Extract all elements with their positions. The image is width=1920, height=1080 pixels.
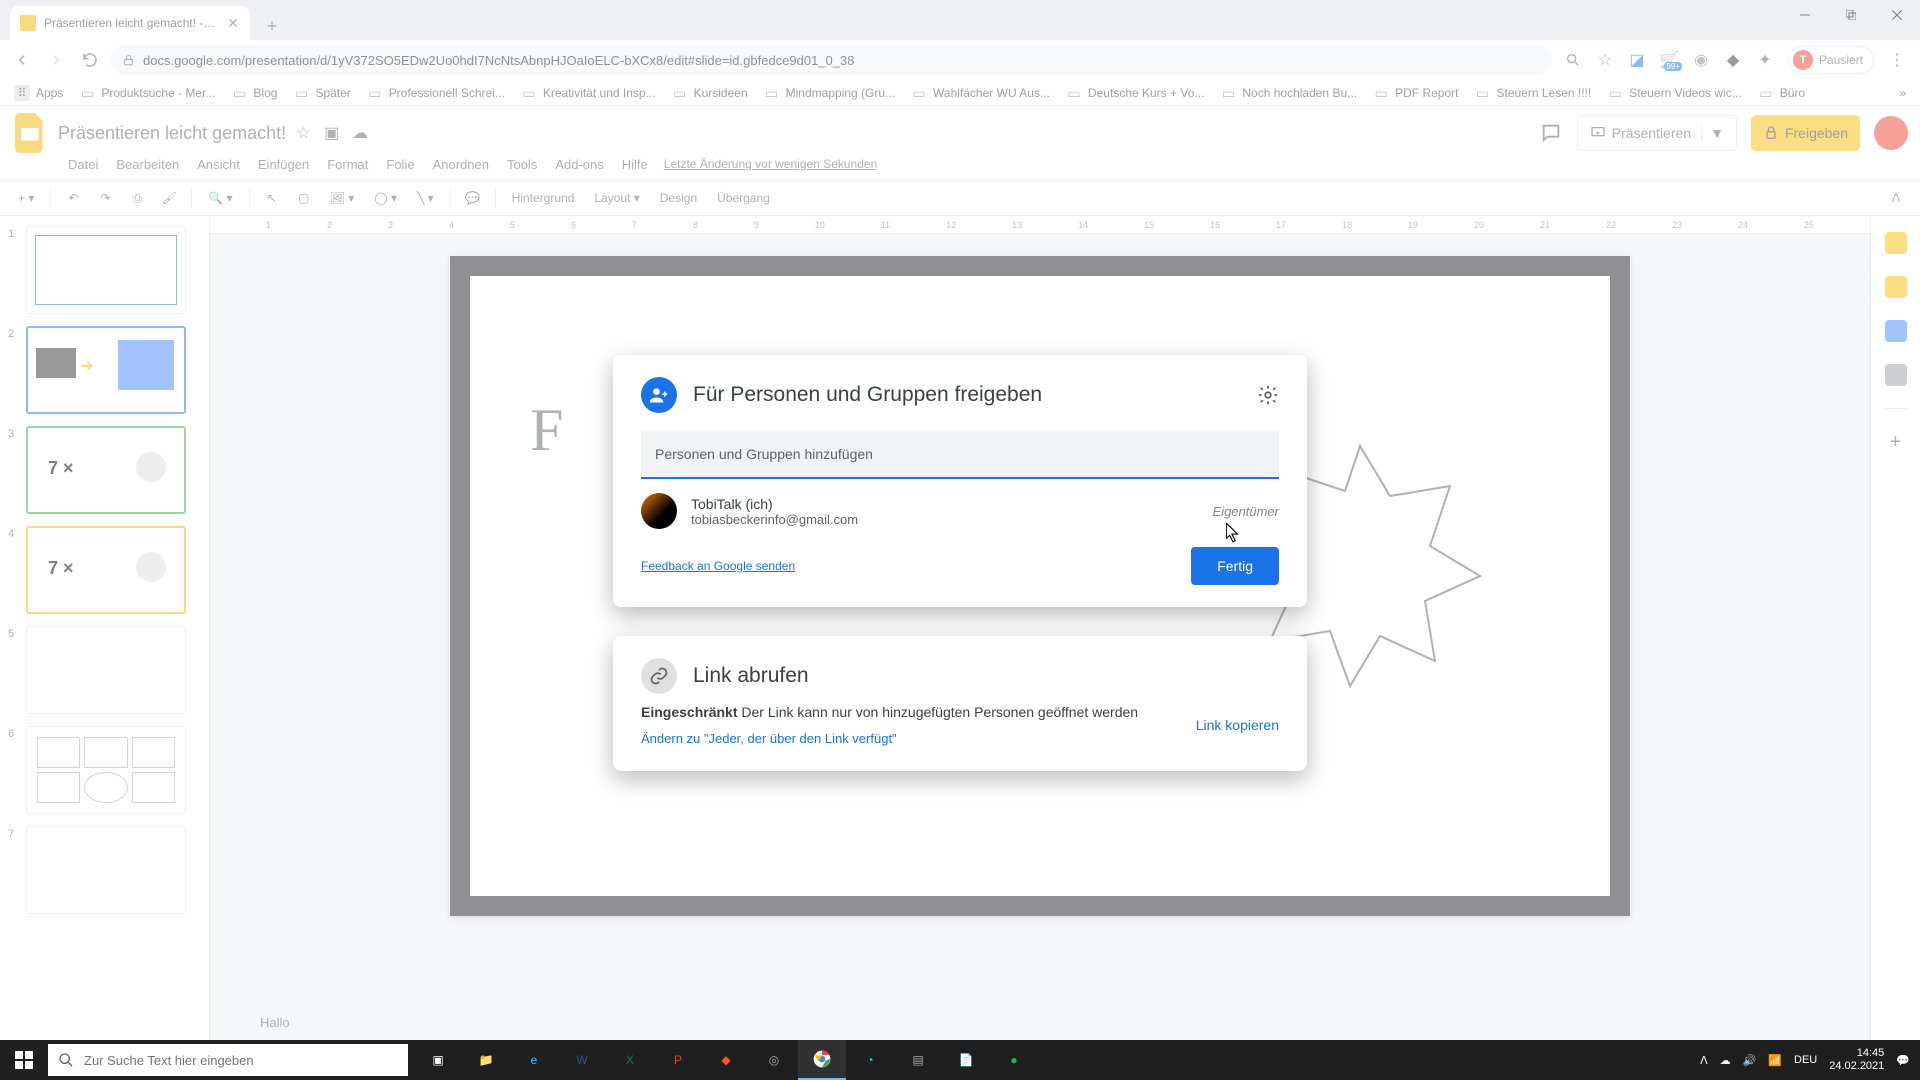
tray-cloud-icon[interactable]: ☁ [1720, 1054, 1731, 1067]
feedback-link[interactable]: Feedback an Google senden [641, 559, 795, 573]
tray-wifi-icon[interactable]: 📶 [1768, 1054, 1782, 1067]
restricted-desc: Der Link kann nur von hinzugefügten Pers… [741, 704, 1138, 720]
tray-chevron-icon[interactable]: ᐱ [1700, 1054, 1708, 1067]
restricted-label: Eingeschränkt [641, 704, 737, 720]
obs-icon[interactable]: ◎ [750, 1040, 798, 1080]
reader-icon[interactable]: ▤ [894, 1040, 942, 1080]
link-icon [641, 658, 677, 694]
windows-taskbar: ▣ 📁 e W X P ◆ ◎ ◔ ▤ 📄 ● ᐱ ☁ 🔊 📶 DEU 14:4… [0, 1040, 1920, 1080]
edge-icon[interactable]: ◔ [846, 1040, 894, 1080]
done-button[interactable]: Fertig [1191, 547, 1279, 585]
word-icon[interactable]: W [558, 1040, 606, 1080]
link-dialog-title: Link abrufen [693, 664, 809, 688]
owner-row: TobiTalk (ich) tobiasbeckerinfo@gmail.co… [641, 479, 1279, 537]
tray-notifications-icon[interactable]: 💬 [1896, 1054, 1910, 1067]
change-access-link[interactable]: Ändern zu "Jeder, der über den Link verf… [641, 729, 897, 749]
start-button[interactable] [0, 1040, 48, 1080]
get-link-dialog: Link abrufen Eingeschränkt Der Link kann… [613, 636, 1307, 771]
spotify-icon[interactable]: ● [990, 1040, 1038, 1080]
search-icon [58, 1052, 74, 1068]
notepad-icon[interactable]: 📄 [942, 1040, 990, 1080]
tray-volume-icon[interactable]: 🔊 [1743, 1054, 1757, 1067]
person-add-icon [641, 377, 677, 413]
taskbar-search[interactable] [48, 1044, 408, 1076]
brave-icon[interactable]: ◆ [702, 1040, 750, 1080]
share-dialog: Für Personen und Gruppen freigeben TobiT… [613, 355, 1307, 607]
person-avatar [641, 493, 677, 529]
chrome-icon[interactable] [798, 1040, 846, 1080]
share-input[interactable] [641, 431, 1279, 479]
tray-clock[interactable]: 14:45 24.02.2021 [1829, 1047, 1884, 1073]
copy-link-button[interactable]: Link kopieren [1196, 715, 1279, 736]
person-role: Eigentümer [1213, 504, 1279, 519]
person-email: tobiasbeckerinfo@gmail.com [691, 512, 858, 527]
tray-lang[interactable]: DEU [1794, 1054, 1817, 1066]
person-name: TobiTalk (ich) [691, 496, 858, 512]
edge-legacy-icon[interactable]: e [510, 1040, 558, 1080]
explorer-icon[interactable]: 📁 [462, 1040, 510, 1080]
task-view-icon[interactable]: ▣ [414, 1040, 462, 1080]
share-dialog-title: Für Personen und Gruppen freigeben [693, 383, 1042, 407]
excel-icon[interactable]: X [606, 1040, 654, 1080]
gear-icon[interactable] [1257, 384, 1279, 406]
powerpoint-icon[interactable]: P [654, 1040, 702, 1080]
